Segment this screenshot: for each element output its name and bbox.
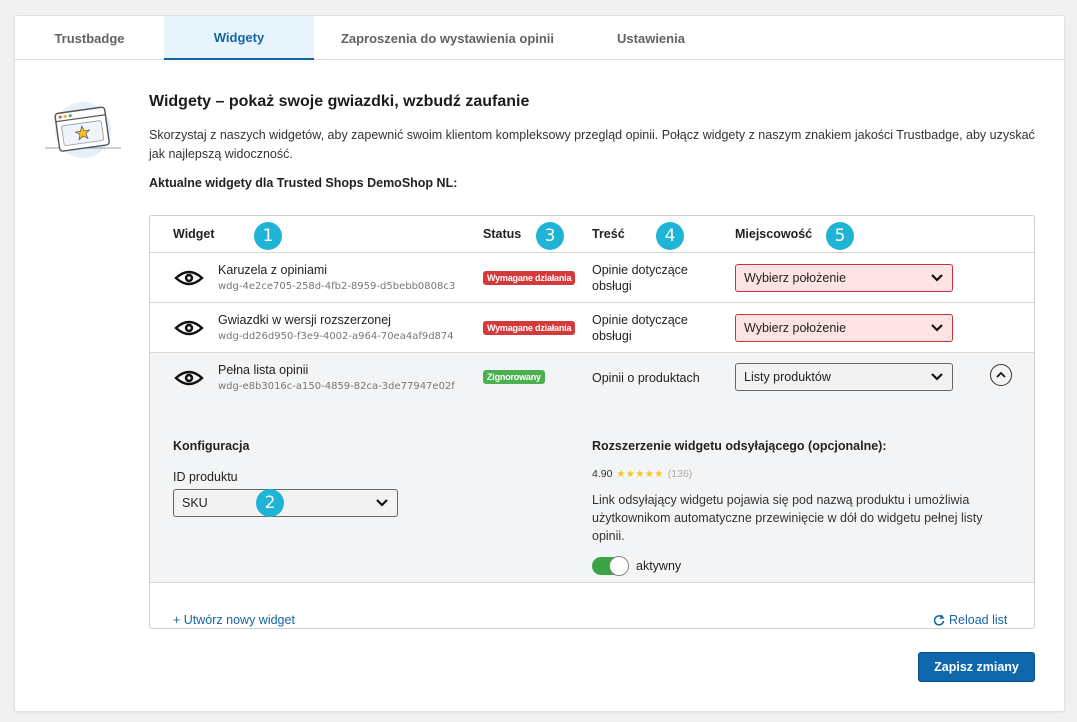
- eye-icon[interactable]: [174, 268, 204, 288]
- widget-id: wdg-dd26d950-f3e9-4002-a964-70ea4af9d874: [218, 331, 454, 342]
- step-badge-3: 3: [536, 222, 564, 250]
- widget-content: Opinii o produktach: [592, 371, 700, 385]
- chevron-down-icon: [376, 499, 388, 507]
- extension-title: Rozszerzenie widgetu odsyłającego (opcjo…: [592, 439, 887, 453]
- widgets-table: Widget Status Treść Miejscowość 1 3 4 5 …: [149, 215, 1035, 629]
- table-row: Karuzela z opiniami wdg-4e2ce705-258d-4f…: [150, 253, 1034, 303]
- tab-trustbadge[interactable]: Trustbadge: [15, 16, 164, 60]
- configuration-title: Konfiguracja: [173, 439, 250, 453]
- toggle-label: aktywny: [636, 559, 682, 573]
- chevron-down-icon: [931, 274, 943, 282]
- star-rating-icon: ★★★★★: [616, 468, 664, 480]
- widget-id: wdg-4e2ce705-258d-4fb2-8959-d5bebb0808c3: [218, 281, 456, 292]
- product-id-value: SKU: [182, 496, 208, 510]
- status-badge: Zignorowany: [483, 370, 545, 384]
- eye-icon[interactable]: [174, 318, 204, 338]
- extension-description: Link odsyłający widgetu pojawia się pod …: [592, 493, 983, 543]
- location-select[interactable]: Wybierz położenie: [735, 314, 953, 342]
- widget-id: wdg-e8b3016c-a150-4859-82ca-3de77947e02f: [218, 381, 455, 392]
- refresh-icon: [933, 614, 945, 626]
- widget-content: Opinie dotyczące obsługi: [592, 263, 688, 293]
- widget-name: Karuzela z opiniami: [218, 263, 328, 277]
- step-badge-2: 2: [256, 489, 284, 517]
- column-widget: Widget: [173, 227, 215, 241]
- column-content: Treść: [592, 227, 625, 241]
- tab-invitations[interactable]: Zaproszenia do wystawienia opinii: [314, 16, 581, 60]
- chevron-up-icon: [996, 371, 1006, 378]
- save-changes-button[interactable]: Zapisz zmiany: [918, 652, 1035, 682]
- step-badge-1: 1: [254, 222, 282, 250]
- reload-list-label: Reload list: [949, 613, 1008, 627]
- collapse-button[interactable]: [990, 364, 1012, 386]
- toggle-knob: [609, 556, 629, 576]
- location-select[interactable]: Wybierz położenie: [735, 264, 953, 292]
- product-id-label: ID produktu: [173, 470, 238, 484]
- location-select[interactable]: Listy produktów: [735, 363, 953, 391]
- rating-count: (136): [667, 468, 693, 480]
- browser-star-illustration-icon: [45, 102, 121, 158]
- tab-settings[interactable]: Ustawienia: [581, 16, 721, 60]
- tab-widgety[interactable]: Widgety: [164, 16, 314, 60]
- page-description: Skorzystaj z naszych widgetów, aby zapew…: [149, 128, 1035, 161]
- current-widgets-heading: Aktualne widgety dla Trusted Shops DemoS…: [149, 176, 458, 190]
- step-badge-4: 4: [656, 222, 684, 250]
- page-title: Widgety – pokaż swoje gwiazdki, wzbudź z…: [149, 93, 530, 110]
- rating-preview: 4.90 ★★★★★ (136): [592, 468, 692, 480]
- status-badge: Wymagane działania: [483, 321, 576, 335]
- tab-bar: Trustbadge Widgety Zaproszenia do wystaw…: [15, 16, 1064, 60]
- rating-value: 4.90: [592, 468, 613, 480]
- column-location: Miejscowość: [735, 227, 813, 241]
- widget-name: Gwiazdki w wersji rozszerzonej: [218, 313, 391, 327]
- table-header: Widget Status Treść Miejscowość 1 3 4 5: [150, 216, 1034, 253]
- table-row: Pełna lista opinii wdg-e8b3016c-a150-485…: [150, 353, 1034, 403]
- create-widget-link[interactable]: + Utwórz nowy widget: [173, 613, 295, 627]
- status-badge: Wymagane działania: [483, 271, 576, 285]
- active-toggle[interactable]: [592, 556, 629, 576]
- widget-name: Pełna lista opinii: [218, 363, 309, 377]
- step-badge-5: 5: [826, 222, 854, 250]
- widget-content: Opinie dotyczące obsługi: [592, 313, 688, 343]
- location-select-value: Wybierz położenie: [744, 271, 847, 285]
- eye-icon[interactable]: [174, 368, 204, 388]
- product-id-select[interactable]: SKU: [173, 489, 398, 517]
- location-select-value: Listy produktów: [744, 370, 831, 384]
- table-row: Gwiazdki w wersji rozszerzonej wdg-dd26d…: [150, 303, 1034, 353]
- chevron-down-icon: [931, 324, 943, 332]
- widgets-card: Trustbadge Widgety Zaproszenia do wystaw…: [14, 15, 1065, 712]
- column-status: Status: [483, 227, 522, 241]
- reload-list-link[interactable]: Reload list: [933, 613, 1007, 627]
- chevron-down-icon: [931, 373, 943, 381]
- location-select-value: Wybierz położenie: [744, 321, 847, 335]
